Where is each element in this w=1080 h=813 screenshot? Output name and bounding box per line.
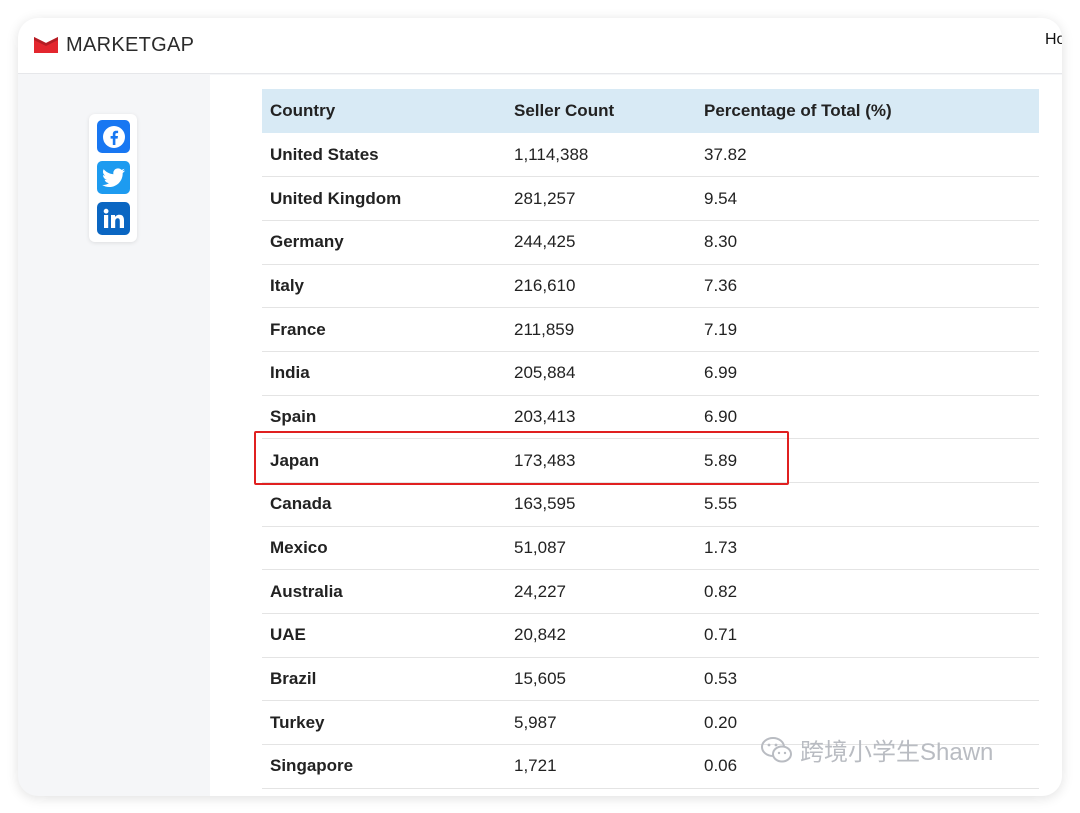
- cell-seller-count: 281,257: [506, 176, 696, 221]
- cell-seller-count: 205,884: [506, 351, 696, 396]
- cell-percentage: 0.82: [696, 569, 1039, 615]
- column-header-country: Country: [262, 89, 506, 133]
- cell-percentage: 9.54: [696, 176, 1039, 221]
- cell-country: Germany: [262, 220, 506, 265]
- cell-country: Australia: [262, 569, 506, 615]
- facebook-icon: [102, 125, 125, 148]
- twitter-icon: [101, 167, 125, 187]
- cell-country: Turkey: [262, 700, 506, 746]
- cell-seller-count: 163,595: [506, 482, 696, 527]
- cell-country: UAE: [262, 613, 506, 658]
- table-row: France 211,859 7.19: [262, 307, 1039, 352]
- cell-country: United States: [262, 133, 506, 178]
- cell-percentage: 5.55: [696, 482, 1039, 527]
- table-row: Spain 203,413 6.90: [262, 395, 1039, 440]
- cell-seller-count: 244,425: [506, 220, 696, 265]
- cell-seller-count: 1,114,388: [506, 133, 696, 178]
- linkedin-icon: [103, 208, 124, 228]
- cell-country: Canada: [262, 482, 506, 527]
- cell-percentage: 8.30: [696, 220, 1039, 265]
- facebook-share-button[interactable]: [97, 120, 130, 153]
- table-header-row: Country Seller Count Percentage of Total…: [262, 89, 1039, 133]
- cell-seller-count: 51,087: [506, 526, 696, 571]
- column-header-seller-count: Seller Count: [506, 89, 696, 133]
- cell-percentage: 6.99: [696, 351, 1039, 396]
- table-row: UAE 20,842 0.71: [262, 613, 1039, 658]
- social-share-bar: [89, 114, 137, 242]
- cell-country: Singapore: [262, 744, 506, 789]
- cell-percentage: 1.73: [696, 526, 1039, 571]
- cell-seller-count: 173,483: [506, 438, 696, 483]
- cell-percentage: 5.89: [696, 438, 1039, 483]
- cell-percentage: 0.53: [696, 657, 1039, 702]
- cell-country: United Kingdom: [262, 176, 506, 221]
- table-row: United Kingdom 281,257 9.54: [262, 176, 1039, 221]
- cell-country: Mexico: [262, 526, 506, 571]
- cell-country: France: [262, 307, 506, 352]
- cell-seller-count: 1,721: [506, 744, 696, 789]
- brand-logo[interactable]: MARKETGAP: [34, 30, 194, 60]
- table-row: Mexico 51,087 1.73: [262, 526, 1039, 571]
- brand-name: MARKETGAP: [66, 33, 195, 56]
- cell-country: Brazil: [262, 657, 506, 702]
- cell-percentage: 37.82: [696, 133, 1039, 178]
- cell-country: Japan: [262, 438, 506, 483]
- cell-seller-count: 203,413: [506, 395, 696, 440]
- cell-seller-count: 24,227: [506, 569, 696, 615]
- table-row: Australia 24,227 0.82: [262, 569, 1039, 615]
- table-row: Italy 216,610 7.36: [262, 264, 1039, 309]
- cell-percentage: 7.36: [696, 264, 1039, 309]
- cell-country: Spain: [262, 395, 506, 440]
- cell-country: Italy: [262, 264, 506, 309]
- cell-percentage: 0.71: [696, 613, 1039, 658]
- cell-seller-count: 211,859: [506, 307, 696, 352]
- linkedin-share-button[interactable]: [97, 202, 130, 235]
- cell-seller-count: 20,842: [506, 613, 696, 658]
- twitter-share-button[interactable]: [97, 161, 130, 194]
- nav-home-link[interactable]: Ho: [1045, 31, 1062, 49]
- cell-seller-count: 5,987: [506, 700, 696, 746]
- table-row: India 205,884 6.99: [262, 351, 1039, 396]
- top-navbar: MARKETGAP Ho: [18, 18, 1062, 74]
- cell-percentage: 7.19: [696, 307, 1039, 352]
- table-row: Canada 163,595 5.55: [262, 482, 1039, 527]
- table-row-highlighted: Japan 173,483 5.89: [262, 438, 1039, 483]
- watermark: 跨境小学生Shawn: [760, 732, 993, 767]
- table-row: Brazil 15,605 0.53: [262, 657, 1039, 702]
- table-row: Germany 244,425 8.30: [262, 220, 1039, 265]
- brand-mark-icon: [34, 37, 58, 53]
- seller-count-table: Country Seller Count Percentage of Total…: [262, 89, 1039, 789]
- wechat-icon: [761, 736, 792, 762]
- watermark-text: 跨境小学生Shawn: [800, 739, 994, 766]
- cell-seller-count: 15,605: [506, 657, 696, 702]
- cell-country: India: [262, 351, 506, 396]
- table-row: United States 1,114,388 37.82: [262, 133, 1039, 178]
- cell-seller-count: 216,610: [506, 264, 696, 309]
- cell-percentage: 6.90: [696, 395, 1039, 440]
- column-header-percentage: Percentage of Total (%): [696, 89, 1039, 133]
